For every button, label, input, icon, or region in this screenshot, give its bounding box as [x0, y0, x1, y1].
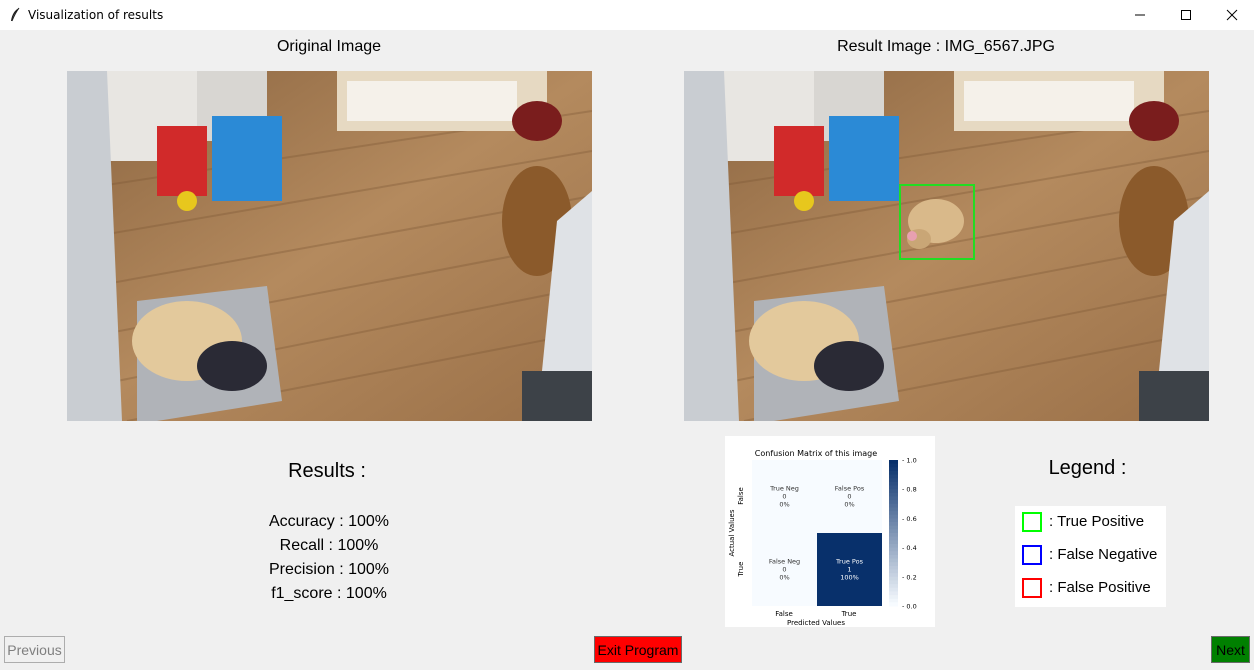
- colorbar-segment: [889, 503, 898, 508]
- colorbar-tick-label: - 0.2: [902, 573, 917, 581]
- minimize-button[interactable]: [1117, 0, 1163, 30]
- legend-item-false-positive: : False Positive: [1022, 578, 1167, 600]
- colorbar-segment: [889, 562, 898, 567]
- colorbar-segment: [889, 533, 898, 538]
- colorbar-segment: [889, 554, 898, 560]
- colorbar-segment: [889, 514, 898, 519]
- result-image: [684, 71, 1209, 421]
- cm-cell-label: 0: [782, 566, 786, 574]
- legend-title: Legend :: [1048, 457, 1127, 479]
- colorbar-segment: [889, 525, 898, 530]
- original-image: [67, 71, 592, 421]
- maximize-button[interactable]: [1163, 0, 1209, 30]
- cm-cell-label: 0%: [779, 501, 789, 509]
- colorbar-segment: [889, 558, 898, 563]
- cm-cell-label: False Neg: [769, 558, 800, 566]
- false-negative-swatch: [1022, 545, 1042, 565]
- colorbar-segment: [889, 489, 898, 494]
- colorbar-segment: [889, 540, 898, 545]
- colorbar-tick-label: - 1.0: [902, 457, 917, 465]
- result-image-label: Result Image : IMG_6567.JPG: [837, 38, 1055, 55]
- colorbar-segment: [889, 478, 898, 483]
- f1-score-metric: f1_score : 100%: [271, 585, 387, 602]
- colorbar-segment: [889, 481, 898, 487]
- colorbar-segment: [889, 584, 898, 589]
- legend-label: : False Positive: [1049, 579, 1151, 596]
- colorbar-segment: [889, 587, 898, 592]
- colorbar-segment: [889, 536, 898, 541]
- colorbar-segment: [889, 485, 898, 490]
- exit-program-button[interactable]: Exit Program: [594, 636, 682, 663]
- colorbar-segment: [889, 602, 898, 607]
- legend-item-false-negative: : False Negative: [1022, 545, 1167, 567]
- cm-ytick-true: True: [737, 562, 745, 578]
- cm-cell-label: 1: [847, 566, 851, 574]
- colorbar-segment: [889, 496, 898, 501]
- colorbar-segment: [889, 474, 898, 479]
- colorbar-segment: [889, 543, 898, 549]
- colorbar-segment: [889, 551, 898, 556]
- colorbar-tick-label: - 0.8: [902, 486, 917, 494]
- colorbar-segment: [889, 580, 898, 585]
- cm-cell-label: 0%: [779, 574, 789, 582]
- colorbar-segment: [889, 522, 898, 527]
- cm-cell-label: 100%: [840, 574, 859, 582]
- cm-ytick-false: False: [737, 487, 745, 505]
- legend-label: : False Negative: [1049, 546, 1158, 563]
- colorbar-segment: [889, 518, 898, 523]
- false-positive-swatch: [1022, 578, 1042, 598]
- cm-cell-label: 0%: [844, 501, 854, 509]
- true-positive-swatch: [1022, 512, 1042, 532]
- confusion-matrix-chart: Confusion Matrix of this image True Neg 0…: [725, 436, 935, 627]
- cm-cell-label: 0: [782, 493, 786, 501]
- colorbar-segment: [889, 565, 898, 570]
- cm-cell-label: False Pos: [835, 485, 865, 493]
- colorbar-segment: [889, 463, 898, 468]
- cm-title: Confusion Matrix of this image: [755, 449, 877, 458]
- colorbar-tick-label: - 0.4: [902, 544, 917, 552]
- colorbar-segment: [889, 470, 898, 476]
- cm-cell-label: 0: [847, 493, 851, 501]
- close-icon: [1226, 9, 1238, 21]
- title-bar: Visualization of results: [0, 0, 1254, 30]
- cm-ylabel: Actual Values: [728, 509, 736, 556]
- window-title: Visualization of results: [28, 8, 164, 22]
- colorbar-segment: [889, 576, 898, 581]
- accuracy-metric: Accuracy : 100%: [268, 513, 390, 530]
- original-image-label: Original Image: [276, 38, 382, 55]
- colorbar-tick-label: - 0.6: [902, 515, 917, 523]
- colorbar-segment: [889, 598, 898, 603]
- colorbar-segment: [889, 500, 898, 505]
- close-button[interactable]: [1209, 0, 1254, 30]
- legend-item-true-positive: : True Positive: [1022, 512, 1167, 534]
- colorbar-segment: [889, 460, 898, 465]
- colorbar-segment: [889, 573, 898, 578]
- legend-label: : True Positive: [1049, 513, 1145, 530]
- cm-cell-label: True Pos: [835, 558, 864, 566]
- cm-xtick-true: True: [841, 610, 857, 618]
- colorbar-segment: [889, 569, 898, 574]
- cm-xtick-false: False: [775, 610, 793, 618]
- colorbar-segment: [889, 595, 898, 600]
- previous-button[interactable]: Previous: [4, 636, 65, 663]
- colorbar-segment: [889, 507, 898, 512]
- legend-panel: : True Positive : False Negative : False…: [1015, 506, 1166, 607]
- cm-xlabel: Predicted Values: [787, 619, 845, 627]
- next-button[interactable]: Next: [1211, 636, 1250, 663]
- maximize-icon: [1181, 10, 1191, 20]
- results-title: Results :: [288, 460, 366, 482]
- cm-cell-label: True Neg: [769, 485, 799, 493]
- feather-icon: [11, 7, 20, 22]
- app-window: Visualization of results Original Image …: [0, 0, 1254, 670]
- colorbar-segment: [889, 467, 898, 472]
- colorbar-segment: [889, 591, 898, 596]
- colorbar-segment: [889, 547, 898, 552]
- colorbar-segment: [889, 529, 898, 534]
- minimize-icon: [1135, 14, 1145, 16]
- colorbar-tick-label: - 0.0: [902, 603, 917, 611]
- colorbar-segment: [889, 492, 898, 497]
- precision-metric: Precision : 100%: [268, 561, 390, 578]
- colorbar-segment: [889, 511, 898, 516]
- recall-metric: Recall : 100%: [279, 537, 379, 554]
